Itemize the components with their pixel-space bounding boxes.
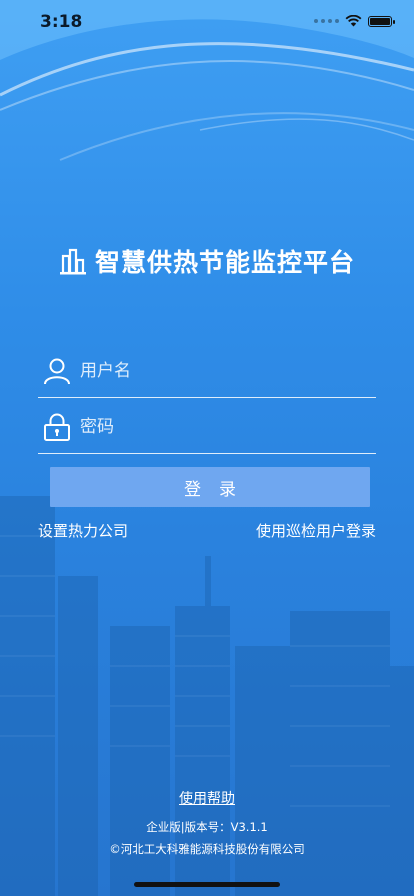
version-text: 企业版|版本号：V3.1.1	[146, 820, 268, 834]
city-building-icon	[59, 248, 86, 275]
status-bar: 3:18	[0, 0, 414, 44]
battery-icon	[368, 15, 395, 27]
copyright-text: ©河北工大科雅能源科技股份有限公司	[109, 842, 305, 856]
username-field	[38, 345, 376, 398]
password-field	[38, 401, 376, 454]
login-button[interactable]: 登录	[50, 467, 370, 507]
lock-icon	[44, 413, 70, 441]
cellular-signal-icon	[314, 19, 339, 23]
password-input[interactable]	[80, 417, 330, 437]
app-title: 智慧供热节能监控平台	[94, 248, 355, 277]
patrol-login-link[interactable]: 使用巡检用户登录	[256, 520, 376, 541]
app-header: 智慧供热节能监控平台	[0, 243, 414, 279]
user-icon	[44, 358, 70, 385]
set-company-link[interactable]: 设置热力公司	[38, 520, 128, 541]
help-link[interactable]: 使用帮助	[179, 791, 235, 807]
city-skyline-background	[0, 496, 414, 896]
username-input[interactable]	[80, 361, 330, 381]
wifi-icon	[345, 15, 362, 27]
status-time: 3:18	[40, 12, 83, 32]
home-indicator[interactable]	[134, 882, 280, 887]
